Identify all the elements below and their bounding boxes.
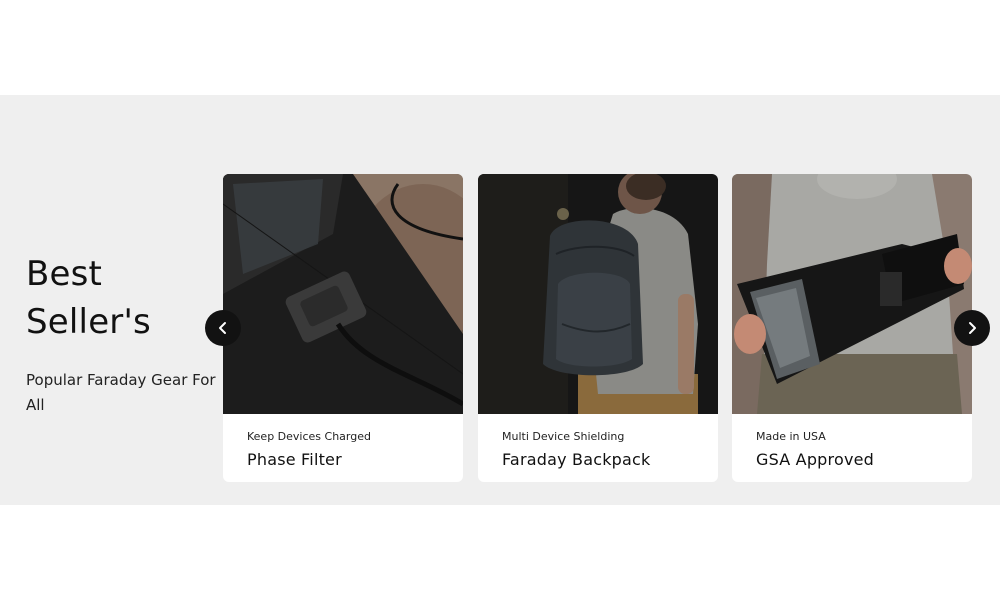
product-card[interactable]: Multi Device Shielding Faraday Backpack: [478, 174, 718, 482]
product-title[interactable]: Phase Filter: [247, 450, 439, 470]
product-card[interactable]: Made in USA GSA Approved: [732, 174, 972, 482]
carousel-prev-button[interactable]: [205, 310, 241, 346]
phase-filter-photo: [223, 174, 463, 414]
faraday-backpack-photo: [478, 174, 718, 414]
section-heading: Best Seller's: [26, 250, 216, 346]
best-sellers-section: Best Seller's Popular Faraday Gear For A…: [0, 95, 1000, 505]
product-image[interactable]: [732, 174, 972, 414]
product-title[interactable]: Faraday Backpack: [502, 450, 694, 470]
section-intro: Best Seller's Popular Faraday Gear For A…: [26, 250, 216, 418]
product-subtitle: Multi Device Shielding: [502, 430, 625, 443]
chevron-right-icon: [969, 322, 976, 334]
product-image[interactable]: [223, 174, 463, 414]
product-image[interactable]: [478, 174, 718, 414]
heading-line-2: Seller's: [26, 302, 151, 342]
product-card[interactable]: Keep Devices Charged Phase Filter: [223, 174, 463, 482]
product-subtitle: Keep Devices Charged: [247, 430, 371, 443]
section-tagline: Popular Faraday Gear For All: [26, 371, 216, 414]
product-title[interactable]: GSA Approved: [756, 450, 948, 470]
chevron-left-icon: [219, 322, 226, 334]
faraday-sleeve-photo: [732, 174, 972, 414]
heading-line-1: Best: [26, 254, 103, 294]
product-subtitle: Made in USA: [756, 430, 826, 443]
carousel-next-button[interactable]: [954, 310, 990, 346]
